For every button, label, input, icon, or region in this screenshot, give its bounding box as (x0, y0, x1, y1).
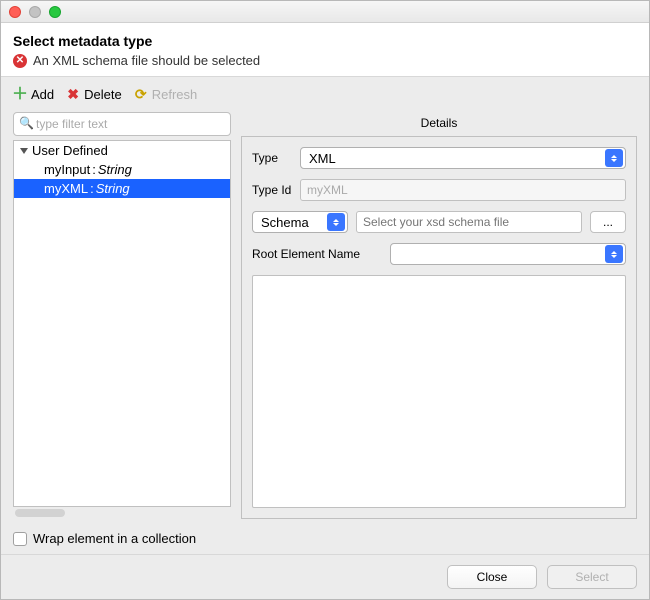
search-icon: 🔍 (19, 116, 34, 130)
schema-mode-value: Schema (261, 215, 309, 230)
type-label: Type (252, 151, 292, 165)
tree-item-selected[interactable]: myXML : String (14, 179, 230, 198)
left-column: 🔍 User Defined myInput : String myXML : … (13, 112, 231, 519)
filter-input[interactable] (13, 112, 231, 136)
schema-mode-select[interactable]: Schema (252, 211, 348, 233)
root-element-label: Root Element Name (252, 247, 382, 261)
traffic-light-minimize-icon (29, 6, 41, 18)
wrap-checkbox-label: Wrap element in a collection (33, 531, 196, 546)
window-titlebar (1, 1, 649, 23)
add-button-label: Add (31, 87, 54, 102)
details-panel: Type XML Type Id Schema ... Root El (241, 136, 637, 519)
dialog-header: Select metadata type ✕ An XML schema fil… (1, 23, 649, 77)
typeid-row: Type Id (252, 179, 626, 201)
tree-item-type: String (96, 181, 130, 196)
main-area: 🔍 User Defined myInput : String myXML : … (1, 108, 649, 527)
schema-preview-area (252, 275, 626, 508)
traffic-light-close-icon[interactable] (9, 6, 21, 18)
tree-root-row[interactable]: User Defined (14, 141, 230, 160)
typeid-label: Type Id (252, 183, 292, 197)
toolbar: ＋ Add ✖ Delete ⟳ Refresh (1, 77, 649, 108)
tree-item-name: myInput (44, 162, 90, 177)
chevron-updown-icon (605, 245, 623, 263)
delete-button[interactable]: ✖ Delete (66, 87, 122, 102)
tree-item-name: myXML (44, 181, 88, 196)
tree-root-label: User Defined (32, 143, 108, 158)
delete-button-label: Delete (84, 87, 122, 102)
refresh-button-label: Refresh (152, 87, 198, 102)
delete-icon: ✖ (66, 88, 80, 102)
error-message-text: An XML schema file should be selected (33, 53, 260, 68)
wrap-checkbox[interactable] (13, 532, 27, 546)
schema-file-field[interactable] (356, 211, 582, 233)
type-select-value: XML (309, 151, 336, 166)
tree-item[interactable]: myInput : String (14, 160, 230, 179)
root-element-select[interactable] (390, 243, 626, 265)
horizontal-scrollbar[interactable] (13, 507, 231, 519)
dialog-title: Select metadata type (13, 33, 637, 49)
type-select[interactable]: XML (300, 147, 626, 169)
select-button: Select (547, 565, 637, 589)
error-message-row: ✕ An XML schema file should be selected (13, 53, 637, 68)
filter-search: 🔍 (13, 112, 231, 136)
wrap-element-row: Wrap element in a collection (1, 527, 649, 554)
plus-icon: ＋ (13, 88, 27, 102)
details-title: Details (241, 112, 637, 136)
error-icon: ✕ (13, 54, 27, 68)
disclosure-triangle-icon[interactable] (20, 148, 28, 154)
right-column: Details Type XML Type Id Schema ... (241, 112, 637, 519)
refresh-icon: ⟳ (134, 88, 148, 102)
refresh-button[interactable]: ⟳ Refresh (134, 87, 198, 102)
dialog-footer: Close Select (1, 554, 649, 599)
schema-row: Schema ... (252, 211, 626, 233)
type-row: Type XML (252, 147, 626, 169)
tree-item-type: String (98, 162, 132, 177)
typeid-field (300, 179, 626, 201)
root-element-row: Root Element Name (252, 243, 626, 265)
close-button[interactable]: Close (447, 565, 537, 589)
metadata-tree[interactable]: User Defined myInput : String myXML : St… (13, 140, 231, 507)
add-button[interactable]: ＋ Add (13, 87, 54, 102)
chevron-updown-icon (605, 149, 623, 167)
chevron-updown-icon (327, 213, 345, 231)
traffic-light-zoom-icon[interactable] (49, 6, 61, 18)
browse-button[interactable]: ... (590, 211, 626, 233)
scrollbar-thumb[interactable] (15, 509, 65, 517)
